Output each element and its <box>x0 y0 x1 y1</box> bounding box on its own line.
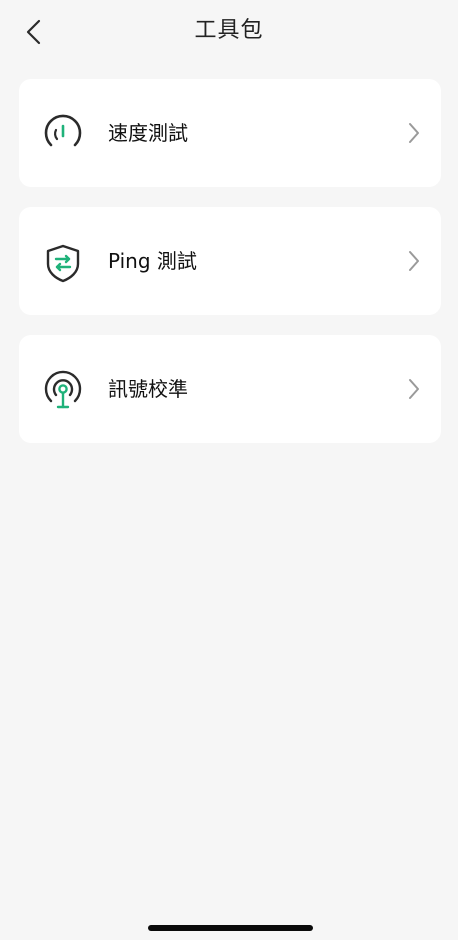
chevron-right-icon <box>407 377 421 401</box>
speed-test-item[interactable]: 速度測試 <box>19 79 441 187</box>
ping-test-item[interactable]: Ping 測試 <box>19 207 441 315</box>
signal-calibration-item[interactable]: 訊號校準 <box>19 335 441 443</box>
speedometer-icon <box>41 113 85 157</box>
ping-test-label: Ping 測試 <box>108 249 197 273</box>
signal-antenna-icon <box>41 369 85 413</box>
signal-calibration-label: 訊號校準 <box>108 377 188 401</box>
shield-exchange-icon <box>41 241 85 285</box>
chevron-right-icon <box>407 121 421 145</box>
chevron-right-icon <box>407 249 421 273</box>
home-indicator <box>148 925 313 931</box>
header: 工具包 <box>0 0 458 64</box>
speed-test-label: 速度測試 <box>108 121 188 145</box>
page-title: 工具包 <box>194 18 264 43</box>
